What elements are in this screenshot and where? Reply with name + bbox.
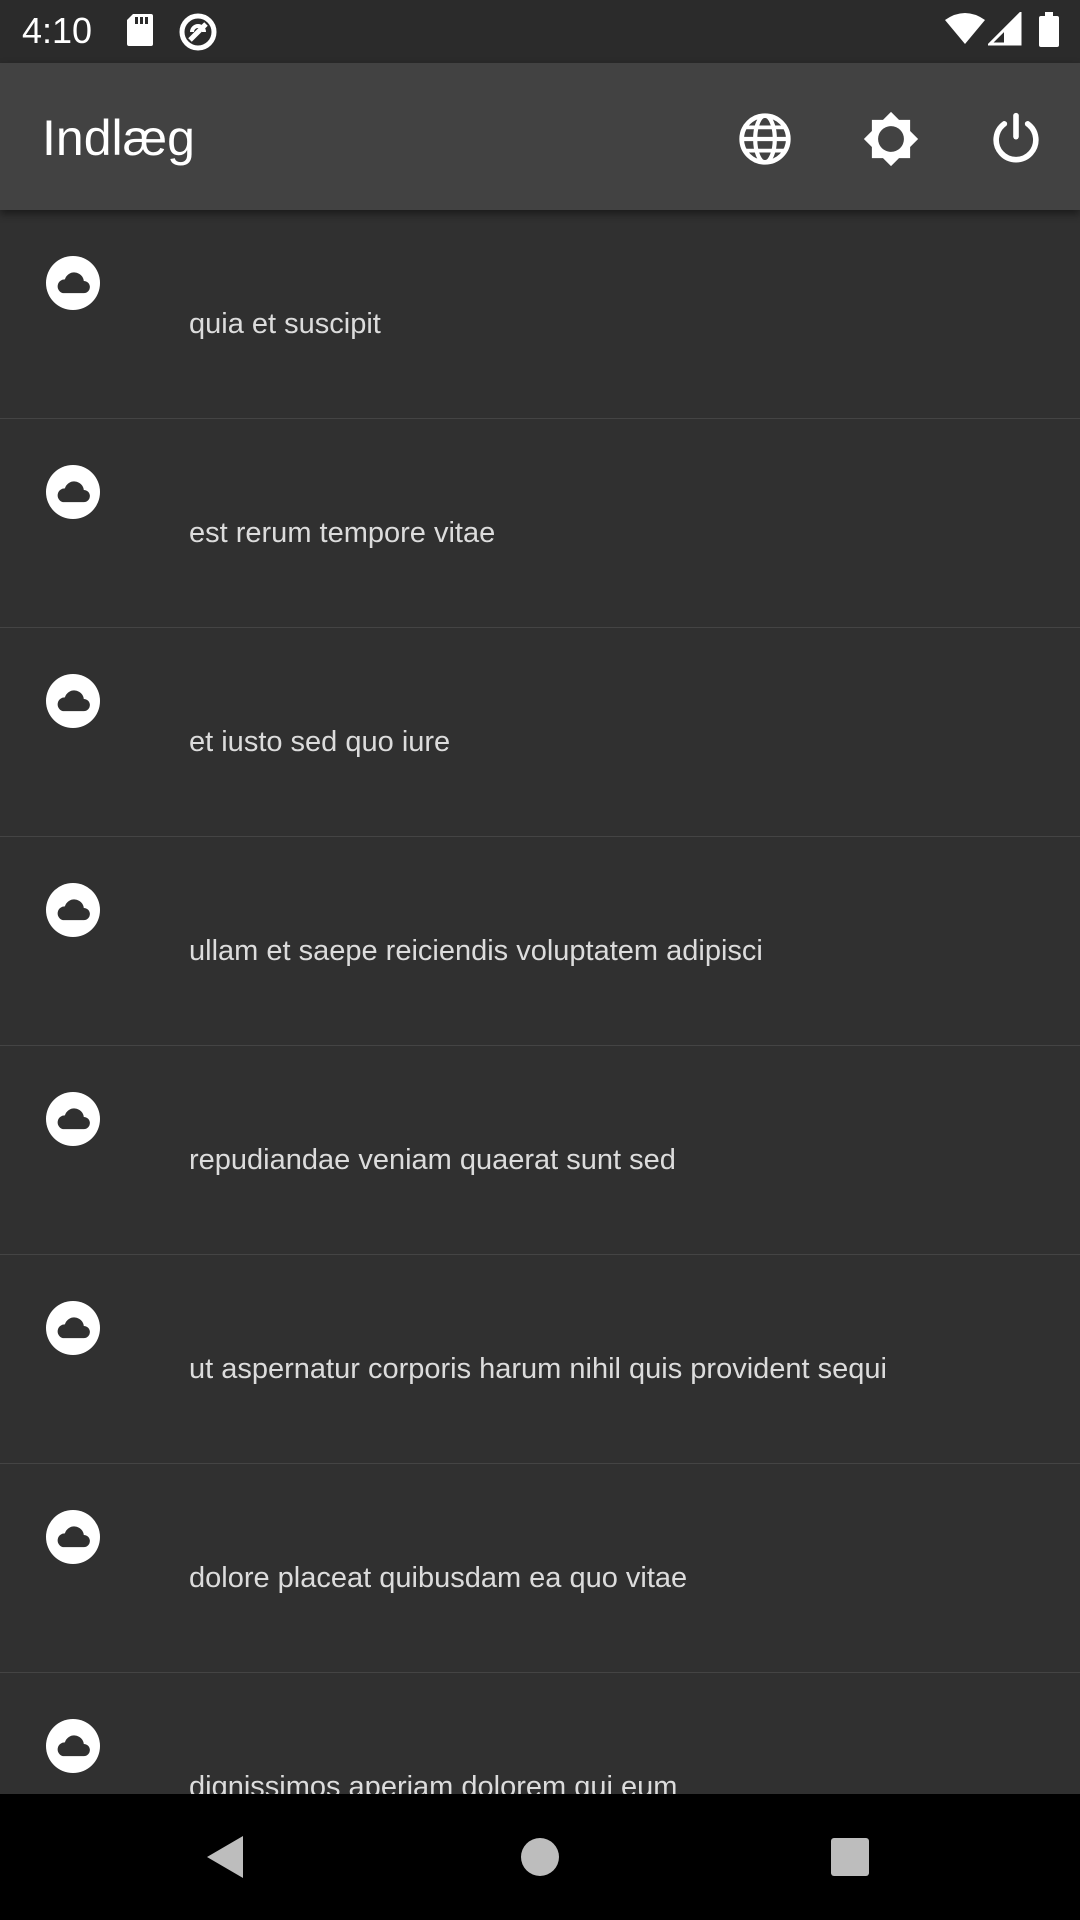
cloud-icon	[46, 1510, 100, 1564]
post-list[interactable]: quia et suscipit est rerum tempore vitae…	[0, 210, 1080, 1794]
list-item[interactable]: et iusto sed quo iure	[0, 628, 1080, 837]
post-title: dolore placeat quibusdam ea quo vitae	[189, 1562, 688, 1594]
globe-icon	[739, 113, 791, 165]
cloud-icon	[46, 1719, 100, 1773]
post-title: dignissimos aperiam dolorem qui eum	[189, 1771, 678, 1794]
battery-icon	[1038, 12, 1060, 53]
app-bar: Indlæg	[0, 63, 1080, 210]
cloud-icon	[46, 465, 100, 519]
back-button[interactable]	[192, 1824, 258, 1890]
logout-button[interactable]	[978, 101, 1054, 177]
post-title: quia et suscipit	[189, 308, 381, 340]
page-title: Indlæg	[42, 110, 195, 166]
list-item[interactable]: quia et suscipit	[0, 210, 1080, 419]
brightness-icon	[863, 111, 919, 167]
status-bar: 4:10	[0, 0, 1080, 63]
back-icon	[207, 1836, 243, 1878]
signal-icon	[986, 10, 1022, 51]
language-button[interactable]	[727, 101, 803, 177]
cloud-icon	[46, 1301, 100, 1355]
cloud-icon	[46, 1092, 100, 1146]
post-title: repudiandae veniam quaerat sunt sed	[189, 1144, 676, 1176]
home-button[interactable]	[507, 1824, 573, 1890]
no-tracking-icon	[178, 12, 218, 57]
theme-button[interactable]	[853, 101, 929, 177]
list-item[interactable]: ut aspernatur corporis harum nihil quis …	[0, 1255, 1080, 1464]
recents-icon	[831, 1838, 869, 1876]
list-item[interactable]: dolore placeat quibusdam ea quo vitae	[0, 1464, 1080, 1673]
navigation-bar	[0, 1794, 1080, 1920]
post-title: est rerum tempore vitae	[189, 517, 496, 549]
cloud-icon	[46, 883, 100, 937]
post-title: et iusto sed quo iure	[189, 726, 451, 758]
list-item[interactable]: dignissimos aperiam dolorem qui eum	[0, 1673, 1080, 1794]
post-title: ullam et saepe reiciendis voluptatem adi…	[189, 935, 763, 967]
post-title: ut aspernatur corporis harum nihil quis …	[189, 1353, 887, 1385]
home-icon	[521, 1838, 559, 1876]
cloud-icon	[46, 256, 100, 310]
list-item[interactable]: ullam et saepe reiciendis voluptatem adi…	[0, 837, 1080, 1046]
cloud-icon	[46, 674, 100, 728]
wifi-icon	[945, 12, 985, 51]
list-item[interactable]: repudiandae veniam quaerat sunt sed	[0, 1046, 1080, 1255]
status-time: 4:10	[22, 10, 93, 51]
sd-card-icon	[125, 12, 155, 53]
list-item[interactable]: est rerum tempore vitae	[0, 419, 1080, 628]
recents-button[interactable]	[817, 1824, 883, 1890]
power-icon	[993, 112, 1039, 163]
